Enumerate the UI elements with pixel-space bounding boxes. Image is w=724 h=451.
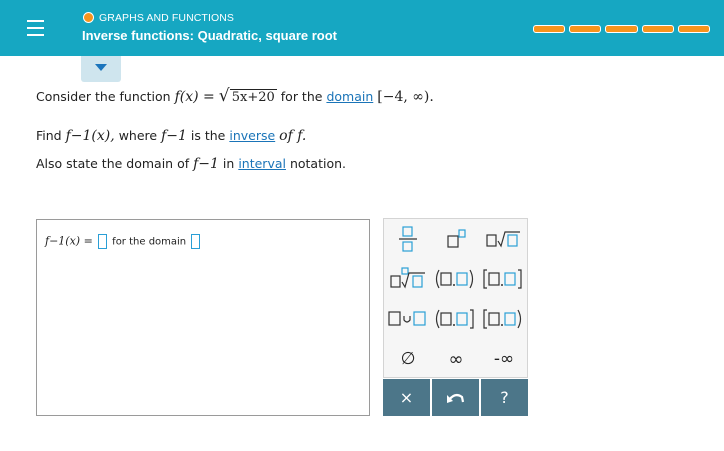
interval-open-closed-icon	[435, 309, 474, 329]
interval-closed-open-icon	[483, 309, 522, 329]
inverse-notation: f−1	[193, 156, 219, 172]
domain-input[interactable]	[191, 234, 201, 249]
closed-open-interval-key[interactable]	[480, 299, 528, 339]
open-open-interval-key[interactable]	[432, 259, 480, 299]
undo-button[interactable]	[432, 379, 479, 416]
inverse-label: f−1(x) =	[45, 234, 93, 248]
nth-root-key[interactable]	[384, 259, 432, 299]
union-icon	[388, 311, 426, 326]
topic-category: GRAPHS AND FUNCTIONS	[99, 12, 235, 24]
fraction-key[interactable]	[384, 219, 432, 259]
function-definition: f(x) =	[174, 89, 215, 105]
infinity-key[interactable]: ∞	[432, 339, 480, 379]
problem-statement-line-3: Also state the domain of f−1 in interval…	[36, 156, 347, 172]
fraction-icon	[399, 226, 417, 252]
keypad-panel: ∅ ∞ -∞	[383, 218, 528, 378]
help-button[interactable]: ?	[481, 379, 528, 416]
square-root-expression: √ 5x+20	[218, 86, 277, 106]
problem-statement-line-2: Find f−1(x), where f−1 is the inverse of…	[36, 128, 307, 144]
progress-segment	[569, 25, 602, 33]
interval-closed-closed-icon	[483, 269, 522, 289]
topic-title: Inverse functions: Quadratic, square roo…	[82, 28, 337, 43]
open-closed-interval-key[interactable]	[432, 299, 480, 339]
top-bar: GRAPHS AND FUNCTIONS Inverse functions: …	[0, 0, 724, 56]
domain-link[interactable]: domain	[326, 89, 373, 104]
union-key[interactable]	[384, 299, 432, 339]
progress-bar	[533, 25, 711, 33]
clear-button[interactable]: ×	[383, 379, 430, 416]
progress-segment	[677, 25, 711, 33]
inverse-input[interactable]	[97, 234, 107, 249]
problem-statement-line-1: Consider the function f(x) = √ 5x+20 for …	[36, 86, 434, 106]
answer-area[interactable]: f−1(x) = for the domain	[36, 219, 370, 416]
inverse-notation: f−1	[161, 128, 187, 144]
status-dot-icon	[83, 12, 94, 23]
empty-set-key[interactable]: ∅	[384, 339, 432, 379]
negative-infinity-key[interactable]: -∞	[480, 339, 528, 379]
domain-interval: [−4, ∞).	[377, 89, 434, 105]
hamburger-icon[interactable]	[0, 0, 70, 56]
progress-segment	[605, 25, 638, 33]
square-root-key[interactable]	[480, 219, 528, 259]
square-root-icon	[486, 231, 520, 248]
inverse-notation: f−1(x),	[65, 128, 115, 144]
explanation-toggle[interactable]	[81, 56, 121, 82]
closed-closed-interval-key[interactable]	[480, 259, 528, 299]
superscript-key[interactable]	[432, 219, 480, 259]
interval-link[interactable]: interval	[238, 156, 286, 171]
domain-label: for the domain	[112, 236, 187, 248]
inverse-link[interactable]: inverse	[229, 128, 275, 143]
superscript-icon	[447, 229, 466, 248]
answer-row: f−1(x) = for the domain	[45, 234, 202, 249]
progress-segment	[533, 25, 566, 33]
nth-root-icon	[390, 267, 425, 289]
progress-segment	[641, 25, 674, 33]
math-keypad: ∅ ∞ -∞ × ?	[383, 218, 528, 416]
undo-icon	[446, 393, 464, 403]
chevron-down-icon	[95, 64, 107, 71]
keypad-actions: × ?	[383, 379, 528, 416]
interval-open-open-icon	[435, 269, 474, 289]
